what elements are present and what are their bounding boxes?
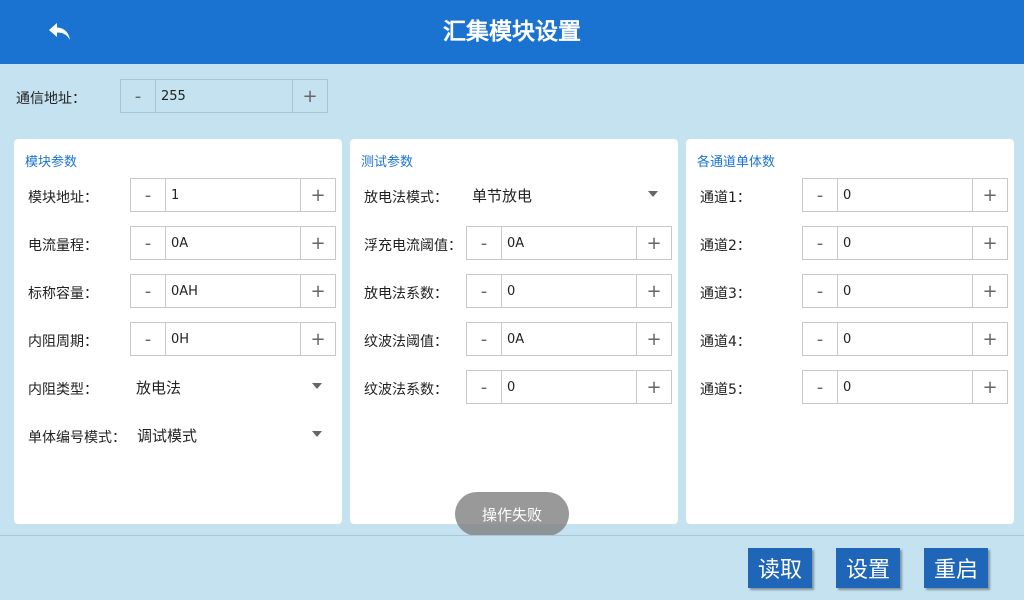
read-button[interactable]: 读取 <box>748 548 812 588</box>
dropdown-caret-icon <box>312 431 322 437</box>
discharge-coefficient-stepper: - + <box>466 274 672 308</box>
ripple-threshold-increment-button[interactable]: + <box>636 323 671 355</box>
current-range-stepper: - + <box>130 226 336 260</box>
nominal-capacity-label: 标称容量： <box>28 286 98 302</box>
channel-3-decrement-button[interactable]: - <box>803 275 838 307</box>
ripple-coefficient-decrement-button[interactable]: - <box>467 371 502 403</box>
channel-2-label: 通道2： <box>700 238 751 254</box>
module-params-title: 模块参数 <box>25 155 78 170</box>
comm-address-label: 通信地址： <box>16 91 86 107</box>
float-current-threshold-input[interactable] <box>502 227 636 259</box>
discharge-coefficient-increment-button[interactable]: + <box>636 275 671 307</box>
discharge-mode-label: 放电法模式： <box>364 190 448 206</box>
current-range-input[interactable] <box>166 227 300 259</box>
float-current-threshold-increment-button[interactable]: + <box>636 227 671 259</box>
ripple-coefficient-label: 纹波法系数： <box>364 382 448 398</box>
bottom-divider <box>0 535 1024 536</box>
channel-1-increment-button[interactable]: + <box>972 179 1007 211</box>
channel-2-decrement-button[interactable]: - <box>803 227 838 259</box>
restart-button[interactable]: 重启 <box>924 548 988 588</box>
cell-numbering-mode-label: 单体编号模式： <box>28 430 126 446</box>
current-range-label: 电流量程： <box>28 238 98 254</box>
dropdown-caret-icon <box>312 383 322 389</box>
nominal-capacity-increment-button[interactable]: + <box>300 275 335 307</box>
channel-5-stepper: - + <box>802 370 1008 404</box>
float-current-threshold-decrement-button[interactable]: - <box>467 227 502 259</box>
back-button[interactable] <box>40 14 80 50</box>
resistance-period-increment-button[interactable]: + <box>300 323 335 355</box>
channel-3-increment-button[interactable]: + <box>972 275 1007 307</box>
discharge-mode-value: 单节放电 <box>472 186 533 205</box>
comm-address-decrement-button[interactable]: - <box>121 80 156 112</box>
channel-4-decrement-button[interactable]: - <box>803 323 838 355</box>
channel-1-input[interactable] <box>838 179 972 211</box>
channel-4-increment-button[interactable]: + <box>972 323 1007 355</box>
resistance-period-stepper: - + <box>130 322 336 356</box>
ripple-coefficient-increment-button[interactable]: + <box>636 371 671 403</box>
channel-2-stepper: - + <box>802 226 1008 260</box>
resistance-type-select[interactable]: 放电法 <box>136 370 322 404</box>
current-range-increment-button[interactable]: + <box>300 227 335 259</box>
discharge-coefficient-decrement-button[interactable]: - <box>467 275 502 307</box>
dropdown-caret-icon <box>648 191 658 197</box>
cell-numbering-mode-select[interactable]: 调试模式 <box>137 418 322 452</box>
channel-2-increment-button[interactable]: + <box>972 227 1007 259</box>
channel-counts-panel: 各通道单体数 通道1： - + 通道2： - + 通道3： - + 通道4： -… <box>686 139 1014 524</box>
channel-1-label: 通道1： <box>700 190 751 206</box>
test-params-panel: 测试参数 放电法模式： 单节放电 浮充电流阈值： - + 放电法系数： - + … <box>350 139 678 524</box>
channel-1-decrement-button[interactable]: - <box>803 179 838 211</box>
ripple-coefficient-input[interactable] <box>502 371 636 403</box>
ripple-threshold-input[interactable] <box>502 323 636 355</box>
test-params-title: 测试参数 <box>361 155 414 170</box>
channel-4-input[interactable] <box>838 323 972 355</box>
module-address-input[interactable] <box>166 179 300 211</box>
ripple-threshold-label: 纹波法阈值： <box>364 334 448 350</box>
resistance-type-label: 内阻类型： <box>28 382 98 398</box>
ripple-coefficient-stepper: - + <box>466 370 672 404</box>
channel-1-stepper: - + <box>802 178 1008 212</box>
module-params-panel: 模块参数 模块地址： - + 电流量程： - + 标称容量： - + 内阻周期：… <box>14 139 342 524</box>
title-bar: 汇集模块设置 <box>0 0 1024 64</box>
channel-4-stepper: - + <box>802 322 1008 356</box>
ripple-threshold-stepper: - + <box>466 322 672 356</box>
channel-5-label: 通道5： <box>700 382 751 398</box>
channel-3-label: 通道3： <box>700 286 751 302</box>
float-current-threshold-label: 浮充电流阈值： <box>364 238 462 254</box>
resistance-period-decrement-button[interactable]: - <box>131 323 166 355</box>
current-range-decrement-button[interactable]: - <box>131 227 166 259</box>
nominal-capacity-stepper: - + <box>130 274 336 308</box>
resistance-period-label: 内阻周期： <box>28 334 98 350</box>
cell-numbering-mode-value: 调试模式 <box>137 426 198 445</box>
set-button[interactable]: 设置 <box>836 548 900 588</box>
channel-3-stepper: - + <box>802 274 1008 308</box>
channel-5-decrement-button[interactable]: - <box>803 371 838 403</box>
page-title: 汇集模块设置 <box>443 19 581 45</box>
resistance-period-input[interactable] <box>166 323 300 355</box>
channel-2-input[interactable] <box>838 227 972 259</box>
ripple-threshold-decrement-button[interactable]: - <box>467 323 502 355</box>
nominal-capacity-decrement-button[interactable]: - <box>131 275 166 307</box>
discharge-mode-select[interactable]: 单节放电 <box>472 178 658 212</box>
nominal-capacity-input[interactable] <box>166 275 300 307</box>
channel-4-label: 通道4： <box>700 334 751 350</box>
module-address-label: 模块地址： <box>28 190 98 206</box>
resistance-type-value: 放电法 <box>136 378 182 397</box>
comm-address-increment-button[interactable]: + <box>292 80 327 112</box>
channel-5-increment-button[interactable]: + <box>972 371 1007 403</box>
float-current-threshold-stepper: - + <box>466 226 672 260</box>
channel-5-input[interactable] <box>838 371 972 403</box>
operation-failed-toast: 操作失败 <box>455 492 569 536</box>
comm-address-stepper: - + <box>120 79 328 113</box>
back-arrow-icon <box>49 23 70 40</box>
discharge-coefficient-label: 放电法系数： <box>364 286 448 302</box>
module-address-stepper: - + <box>130 178 336 212</box>
discharge-coefficient-input[interactable] <box>502 275 636 307</box>
module-address-decrement-button[interactable]: - <box>131 179 166 211</box>
comm-address-input[interactable] <box>156 80 292 112</box>
channel-3-input[interactable] <box>838 275 972 307</box>
module-address-increment-button[interactable]: + <box>300 179 335 211</box>
channel-counts-title: 各通道单体数 <box>697 155 776 170</box>
